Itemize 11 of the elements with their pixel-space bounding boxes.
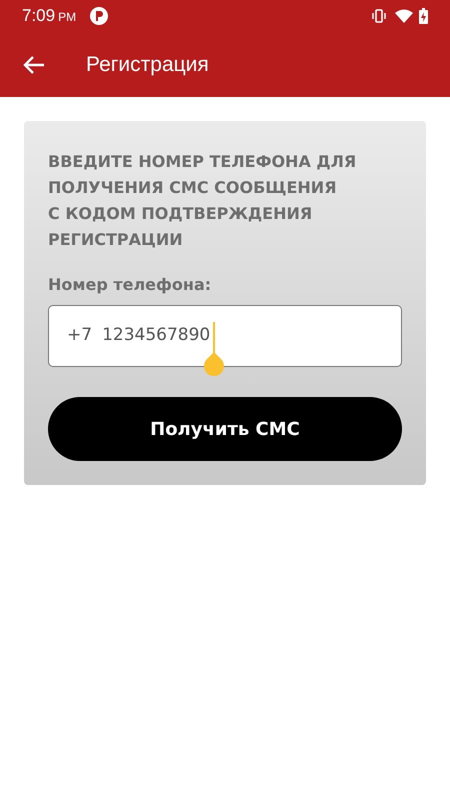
get-sms-button[interactable]: Получить СМС: [48, 397, 402, 461]
battery-charging-icon: [419, 8, 428, 24]
phone-field[interactable]: +7 1234567890: [48, 305, 402, 367]
app-notification-icon: [90, 7, 108, 25]
status-ampm: PM: [58, 9, 76, 26]
wifi-icon: [395, 9, 413, 23]
vibrate-icon: [371, 8, 387, 24]
instruction-text: ВВЕДИТЕ НОМЕР ТЕЛЕФОНА ДЛЯ ПОЛУЧЕНИЯ СМС СООБЩЕНИЯ С КОДОМ ПОДТВЕРЖДЕНИЯ РЕГИСТРАЦИИ: [48, 151, 358, 251]
status-time: 7:09: [22, 5, 56, 28]
phone-label: Номер телефона:: [48, 274, 212, 296]
screen-title: Регистрация: [86, 52, 209, 78]
